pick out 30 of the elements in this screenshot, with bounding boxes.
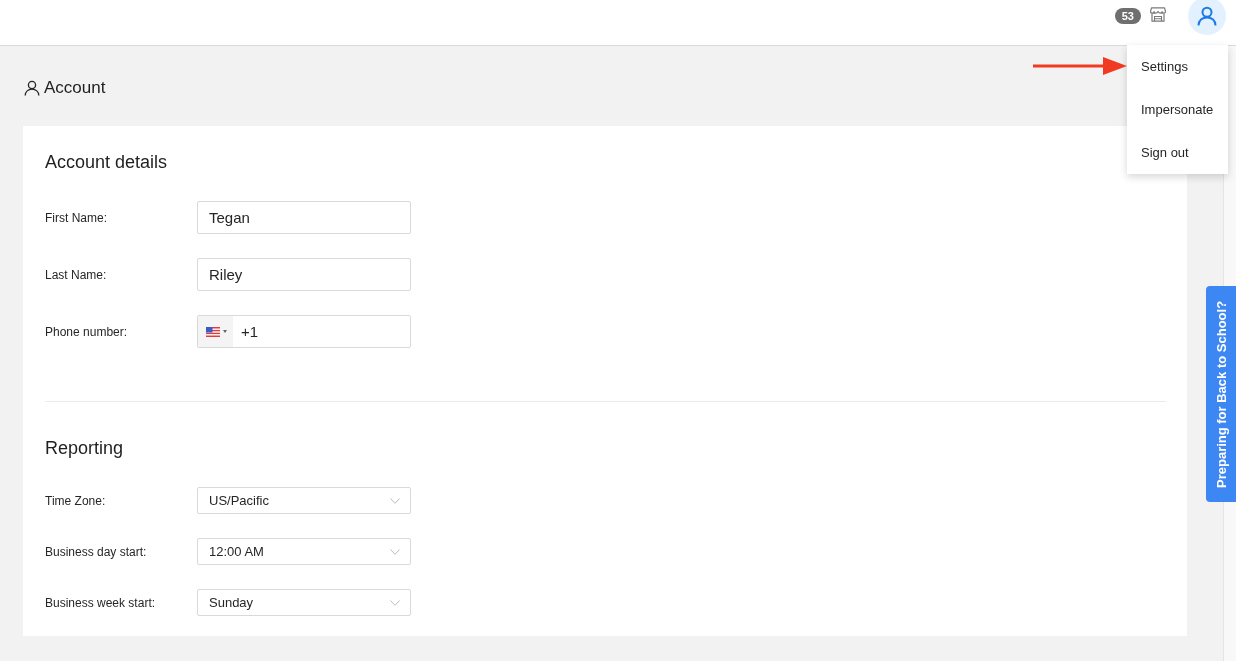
phone-field[interactable]: +1 [197,315,411,348]
dropdown-select[interactable]: 12:00 AM [197,538,411,565]
chevron-down-icon [390,599,400,606]
count-badge: 53 [1114,8,1141,24]
store-icon[interactable] [1150,7,1166,22]
user-icon [1197,6,1217,26]
chevron-down-icon [390,548,400,555]
dropdown-select[interactable]: US/Pacific [197,487,411,514]
chevron-down-icon [390,497,400,504]
menu-item[interactable]: Sign out [1127,131,1228,174]
field-label: Business day start: [45,544,147,559]
caret-icon [223,330,227,333]
section-title: Reporting [45,437,124,460]
field-label: Time Zone: [45,493,106,508]
text-input[interactable]: Tegan [197,201,411,234]
user-icon [24,80,40,96]
menu-item[interactable]: Settings [1127,45,1228,88]
field-label: Last Name: [45,267,107,282]
flag-icon [206,326,220,337]
page-title: Account [44,78,106,98]
field-label: Business week start: [45,595,156,610]
menu-item[interactable]: Impersonate [1127,88,1228,131]
text-input[interactable]: Riley [197,258,411,291]
section-title: Account details [45,151,168,174]
field-label: First Name: [45,210,107,225]
field-label: Phone number: [45,324,128,339]
feedback-tab[interactable]: Preparing for Back to School? [1206,286,1236,502]
avatar-button[interactable] [1188,0,1226,35]
dropdown-select[interactable]: Sunday [197,589,411,616]
country-picker[interactable] [198,316,233,347]
